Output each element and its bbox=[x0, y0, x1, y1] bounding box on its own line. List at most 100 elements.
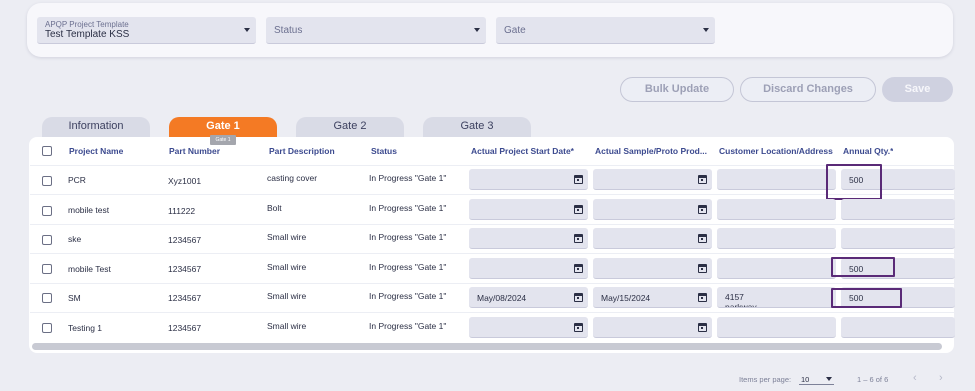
row-part-number: 1234567 bbox=[168, 293, 202, 303]
row-status: In Progress "Gate 1" bbox=[369, 173, 447, 183]
calendar-icon[interactable] bbox=[574, 323, 583, 332]
tab-gate-3[interactable]: Gate 3 bbox=[423, 117, 531, 139]
row-status: In Progress "Gate 1" bbox=[369, 203, 447, 213]
start-date-value: May/08/2024 bbox=[477, 293, 527, 303]
row-part-description: Small wire bbox=[267, 262, 307, 272]
sample-date-value: May/15/2024 bbox=[601, 293, 651, 303]
chevron-down-icon bbox=[703, 28, 709, 32]
gate-select[interactable]: Gate bbox=[496, 17, 715, 44]
start-date-field[interactable] bbox=[469, 199, 588, 220]
template-select[interactable]: APQP Project Template Test Template KSS bbox=[37, 17, 256, 44]
row-divider bbox=[30, 253, 954, 254]
start-date-field[interactable] bbox=[469, 228, 588, 249]
row-project-name: mobile Test bbox=[68, 264, 111, 274]
column-header-annual-qty[interactable]: Annual Qty.* bbox=[843, 146, 893, 156]
row-divider bbox=[30, 194, 954, 195]
discard-changes-button[interactable]: Discard Changes bbox=[740, 77, 876, 102]
column-header-start-date[interactable]: Actual Project Start Date* bbox=[471, 146, 589, 156]
row-checkbox[interactable] bbox=[42, 176, 52, 186]
column-header-customer-location[interactable]: Customer Location/Address bbox=[719, 146, 837, 156]
calendar-icon[interactable] bbox=[698, 264, 707, 273]
start-date-field[interactable] bbox=[469, 317, 588, 338]
row-part-description: Bolt bbox=[267, 203, 282, 213]
calendar-icon[interactable] bbox=[698, 205, 707, 214]
sample-date-field[interactable]: May/15/2024 bbox=[593, 287, 712, 308]
annual-qty-field[interactable] bbox=[841, 199, 955, 220]
customer-location-field[interactable] bbox=[717, 317, 836, 338]
tab-information[interactable]: Information bbox=[42, 117, 150, 139]
highlight-box bbox=[826, 164, 882, 200]
row-checkbox[interactable] bbox=[42, 206, 52, 216]
row-divider bbox=[30, 224, 954, 225]
customer-location-field[interactable] bbox=[717, 169, 836, 190]
status-select[interactable]: Status bbox=[266, 17, 486, 44]
calendar-icon[interactable] bbox=[698, 323, 707, 332]
calendar-icon[interactable] bbox=[698, 234, 707, 243]
tab-tooltip: Gate 1 bbox=[210, 135, 236, 145]
customer-location-field[interactable]: 4157 parkway bbox=[717, 287, 836, 308]
column-header-part-description[interactable]: Part Description bbox=[269, 146, 335, 156]
column-header-project-name[interactable]: Project Name bbox=[69, 146, 123, 156]
row-part-number: 1234567 bbox=[168, 235, 202, 245]
next-page-button[interactable]: › bbox=[939, 372, 943, 384]
gate-select-placeholder: Gate bbox=[504, 25, 526, 36]
filter-panel: APQP Project Template Test Template KSS … bbox=[27, 3, 953, 57]
calendar-icon[interactable] bbox=[574, 293, 583, 302]
start-date-field[interactable]: May/08/2024 bbox=[469, 287, 588, 308]
start-date-field[interactable] bbox=[469, 169, 588, 190]
row-part-description: casting cover bbox=[267, 173, 318, 183]
customer-location-field[interactable] bbox=[717, 199, 836, 220]
tab-gate-2[interactable]: Gate 2 bbox=[296, 117, 404, 139]
calendar-icon[interactable] bbox=[698, 175, 707, 184]
items-per-page-value: 10 bbox=[801, 375, 810, 384]
calendar-icon[interactable] bbox=[574, 175, 583, 184]
chevron-down-icon bbox=[244, 28, 250, 32]
calendar-icon[interactable] bbox=[574, 264, 583, 273]
sample-date-field[interactable] bbox=[593, 199, 712, 220]
calendar-icon[interactable] bbox=[698, 293, 707, 302]
row-part-number: 1234567 bbox=[168, 323, 202, 333]
calendar-icon[interactable] bbox=[574, 205, 583, 214]
row-project-name: ske bbox=[68, 234, 82, 244]
template-select-value: Test Template KSS bbox=[45, 29, 130, 40]
column-header-sample-date[interactable]: Actual Sample/Proto Prod... bbox=[595, 146, 711, 156]
row-part-number: 1234567 bbox=[168, 264, 202, 274]
row-project-name: SM bbox=[68, 293, 81, 303]
chevron-down-icon bbox=[474, 28, 480, 32]
row-project-name: mobile test bbox=[68, 205, 110, 215]
template-select-label: APQP Project Template bbox=[45, 20, 129, 29]
row-status: In Progress "Gate 1" bbox=[369, 321, 447, 331]
row-checkbox[interactable] bbox=[42, 264, 52, 274]
row-status: In Progress "Gate 1" bbox=[369, 232, 447, 242]
customer-location-field[interactable] bbox=[717, 228, 836, 249]
sample-date-field[interactable] bbox=[593, 317, 712, 338]
row-checkbox[interactable] bbox=[42, 235, 52, 245]
row-checkbox[interactable] bbox=[42, 323, 52, 333]
annual-qty-field[interactable] bbox=[841, 228, 955, 249]
items-per-page-label: Items per page: bbox=[739, 375, 792, 384]
sample-date-field[interactable] bbox=[593, 228, 712, 249]
row-status: In Progress "Gate 1" bbox=[369, 262, 447, 272]
horizontal-scrollbar[interactable] bbox=[32, 343, 942, 350]
row-checkbox[interactable] bbox=[42, 293, 52, 303]
column-header-status[interactable]: Status bbox=[371, 146, 397, 156]
row-status: In Progress "Gate 1" bbox=[369, 291, 447, 301]
bulk-update-button[interactable]: Bulk Update bbox=[620, 77, 734, 102]
calendar-icon[interactable] bbox=[574, 234, 583, 243]
row-part-description: Small wire bbox=[267, 232, 307, 242]
highlight-box bbox=[831, 257, 895, 277]
customer-location-field[interactable] bbox=[717, 258, 836, 279]
column-header-part-number[interactable]: Part Number bbox=[169, 146, 220, 156]
sample-date-field[interactable] bbox=[593, 258, 712, 279]
select-all-checkbox[interactable] bbox=[42, 146, 52, 156]
start-date-field[interactable] bbox=[469, 258, 588, 279]
sample-date-field[interactable] bbox=[593, 169, 712, 190]
annual-qty-field[interactable] bbox=[841, 317, 955, 338]
row-part-description: Small wire bbox=[267, 291, 307, 301]
status-select-placeholder: Status bbox=[274, 25, 303, 36]
row-divider bbox=[30, 283, 954, 284]
save-button[interactable]: Save bbox=[882, 77, 953, 102]
highlight-box bbox=[831, 288, 902, 308]
previous-page-button[interactable]: ‹ bbox=[913, 372, 917, 384]
row-part-description: Small wire bbox=[267, 321, 307, 331]
